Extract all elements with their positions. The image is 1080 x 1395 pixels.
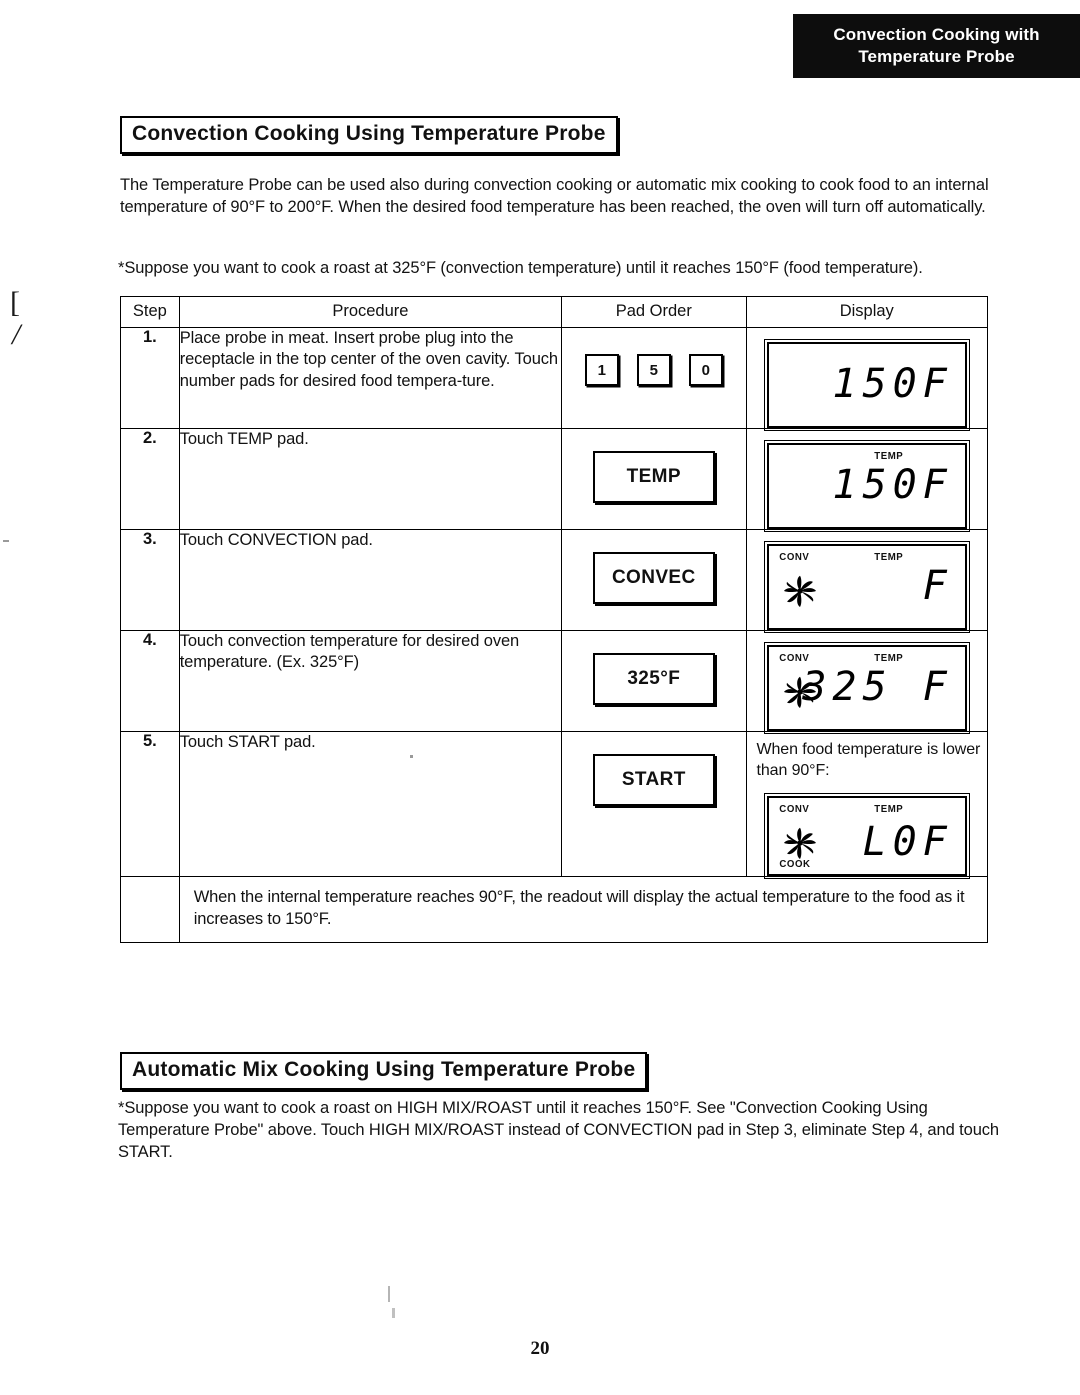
column-header-step: Step [120, 296, 180, 328]
table-note-text: When the internal temperature reaches 90… [178, 875, 989, 944]
procedure-text: Touch convection temperature for desired… [178, 630, 563, 732]
display-cell: TEMP 150F [745, 428, 988, 532]
lcd-panel: CONV TEMP [763, 642, 970, 734]
display-cell: When food temperature is lower than 90°F… [745, 731, 988, 879]
convec-pad-button[interactable]: CONVEC [592, 552, 715, 604]
page-number: 20 [530, 1338, 550, 1359]
automatic-mix-paragraph: *Suppose you want to cook a roast on HIG… [118, 1099, 1000, 1161]
start-pad-button[interactable]: START [592, 754, 715, 806]
table-row: 3. Touch CONVECTION pad. CONVEC CONV TEM… [120, 529, 988, 633]
table-header-row: Step Procedure Pad Order Display [120, 296, 988, 328]
procedure-table: Step Procedure Pad Order Display 1. Plac… [120, 296, 989, 944]
display-cell: CONV TEMP [745, 529, 988, 633]
lcd-digits: 150F [832, 361, 953, 407]
lcd-digits: 150F [832, 462, 953, 508]
lcd-indicator-conv: CONV [779, 551, 810, 563]
step-number: 1. [120, 327, 180, 429]
temp-pad-button[interactable]: TEMP [592, 451, 715, 503]
convection-fan-icon [783, 575, 816, 607]
scan-speck [3, 540, 9, 542]
lcd-digits: 325 F [802, 664, 953, 710]
pad-order-cell: START [561, 731, 747, 877]
number-pad-1[interactable]: 1 [584, 354, 619, 386]
pad-order-cell: CONVEC [561, 529, 747, 631]
procedure-text: Touch START pad. [178, 731, 563, 877]
convection-suppose-paragraph: *Suppose you want to cook a roast at 325… [118, 259, 923, 277]
lcd-indicator-temp: TEMP [874, 802, 904, 815]
step-number: 4. [120, 630, 180, 732]
table-row: 5. Touch START pad. START When food temp… [120, 731, 988, 879]
margin-scan-artifact-1: [ [10, 286, 20, 319]
lcd-indicator-conv: CONV [779, 802, 810, 815]
lcd-panel: TEMP 150F [763, 440, 970, 532]
column-header-pad-order: Pad Order [561, 296, 747, 328]
temperature-325-pad-button[interactable]: 325°F [592, 653, 715, 705]
column-header-procedure: Procedure [178, 296, 563, 328]
pad-order-cell: TEMP [561, 428, 747, 530]
procedure-text: Place probe in meat. Insert probe plug i… [178, 327, 563, 429]
section-heading-automatic-mix: Automatic Mix Cooking Using Temperature … [120, 1052, 648, 1090]
step-number: 3. [120, 529, 180, 631]
lcd-indicator-temp: TEMP [874, 450, 904, 462]
scan-speck [410, 755, 413, 758]
number-pad-5[interactable]: 5 [636, 354, 671, 386]
display-cell: CONV TEMP [745, 630, 988, 734]
note-empty-step-cell [120, 875, 180, 944]
column-header-display: Display [745, 296, 988, 328]
number-pad-group: 1 5 0 [562, 328, 745, 386]
display-caption: When food temperature is lower than 90°F… [756, 741, 981, 779]
section-heading-convection: Convection Cooking Using Temperature Pro… [120, 116, 618, 154]
number-pad-0[interactable]: 0 [688, 354, 723, 386]
scan-speck [388, 1286, 390, 1302]
table-row: 4. Touch convection temperature for desi… [120, 630, 988, 734]
lcd-indicator-temp: TEMP [874, 652, 904, 664]
step-number: 5. [120, 731, 180, 877]
step-number: 2. [120, 428, 180, 530]
pad-order-cell: 325°F [561, 630, 747, 732]
convection-fan-icon [783, 827, 816, 859]
convection-intro-paragraph: The Temperature Probe can be used also d… [120, 176, 989, 216]
table-row: 1. Place probe in meat. Insert probe plu… [120, 327, 988, 431]
page-header-line-2: Temperature Probe [858, 47, 1015, 66]
page-header-tab: Convection Cooking with Temperature Prob… [793, 14, 1080, 78]
margin-scan-artifact-2: / [12, 318, 21, 351]
pad-order-cell: 1 5 0 [561, 327, 747, 429]
lcd-panel: CONV TEMP [763, 541, 970, 633]
display-cell: 150F [745, 327, 988, 431]
procedure-text: Touch CONVECTION pad. [178, 529, 563, 631]
table-note-row: When the internal temperature reaches 90… [120, 875, 989, 944]
procedure-text: Touch TEMP pad. [178, 428, 563, 530]
table-row: 2. Touch TEMP pad. TEMP TEMP 150F [120, 428, 988, 532]
scan-speck [392, 1308, 395, 1318]
lcd-panel: CONV TEMP COOK L0F [763, 792, 970, 879]
page-header-line-1: Convection Cooking with [833, 25, 1040, 45]
lcd-indicator-conv: CONV [779, 652, 810, 664]
lcd-digits: F [922, 563, 953, 609]
lcd-digits: L0F [862, 818, 953, 865]
lcd-panel: 150F [763, 339, 970, 431]
lcd-indicator-temp: TEMP [874, 551, 904, 563]
